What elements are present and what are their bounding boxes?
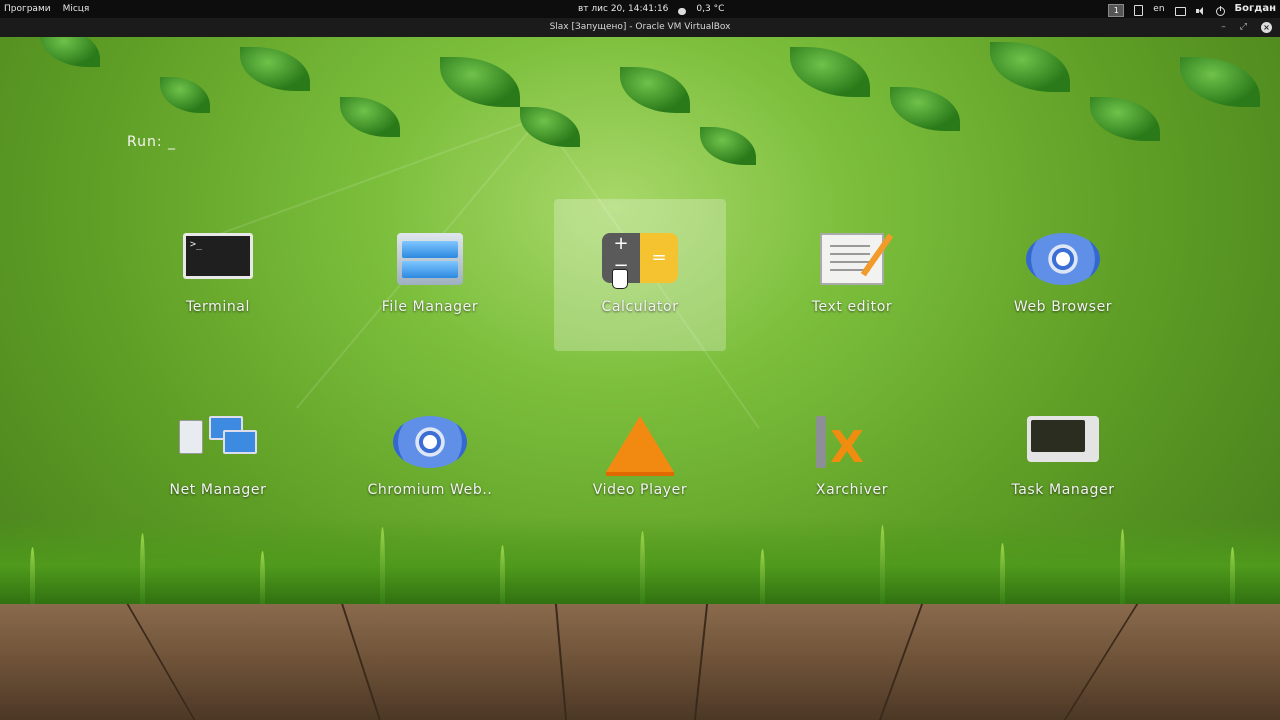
- xarchiver-icon: X: [812, 416, 892, 472]
- computer-tower: [179, 420, 203, 454]
- display-icon[interactable]: [1174, 6, 1186, 16]
- app-label: Web Browser: [1013, 299, 1113, 315]
- power-icon[interactable]: [1215, 5, 1225, 16]
- app-video-player[interactable]: Video Player: [554, 382, 726, 534]
- leaf: [1090, 97, 1160, 141]
- leaf: [340, 97, 400, 137]
- grass-blade: [640, 531, 645, 607]
- calc-equals: =: [640, 233, 678, 283]
- leaf: [890, 87, 960, 131]
- app-label: Xarchiver: [815, 482, 889, 498]
- leaf: [40, 37, 100, 67]
- grass-blade: [760, 549, 765, 607]
- task-manager-icon: [1027, 416, 1099, 462]
- plank-seam: [341, 604, 381, 720]
- app-label: Video Player: [592, 482, 688, 498]
- monitor: [223, 430, 257, 454]
- leaf: [160, 77, 210, 113]
- grass-blade: [1000, 543, 1005, 607]
- leaf: [520, 107, 580, 147]
- grass-blade: [880, 525, 885, 607]
- leaf: [240, 47, 310, 91]
- clock[interactable]: вт лис 20, 14:41:16: [578, 0, 668, 18]
- app-label: Terminal: [186, 299, 250, 315]
- plank-seam: [554, 604, 568, 720]
- plank-seam: [126, 604, 196, 720]
- terminal-icon: >_: [183, 233, 253, 279]
- calc-plus: +: [613, 233, 629, 254]
- drawer: [402, 261, 458, 278]
- app-terminal[interactable]: >_ Terminal: [132, 199, 304, 351]
- maximize-button[interactable]: ⤢: [1240, 18, 1247, 37]
- workspace-indicator[interactable]: 1: [1108, 3, 1125, 17]
- app-calculator[interactable]: + − = Calculator: [554, 199, 726, 351]
- grass-blade: [500, 545, 505, 607]
- leaf: [700, 127, 756, 165]
- clipboard-icon[interactable]: [1134, 5, 1144, 16]
- app-label: Net Manager: [169, 482, 267, 498]
- wooden-floor: [0, 604, 1280, 720]
- close-button[interactable]: ×: [1261, 22, 1272, 33]
- mouse-cursor-icon: [612, 269, 628, 289]
- x-glyph: X: [830, 422, 864, 473]
- top-panel: Програми Місця вт лис 20, 14:41:16 0,3 °…: [0, 0, 1280, 18]
- app-web-browser[interactable]: Web Browser: [977, 199, 1149, 351]
- app-label: Text editor: [811, 299, 893, 315]
- app-task-manager[interactable]: Task Manager: [977, 382, 1149, 534]
- leaf: [1180, 57, 1260, 107]
- leaf: [790, 47, 870, 97]
- plank-seam: [878, 604, 924, 720]
- app-label: Calculator: [601, 299, 679, 315]
- places-menu[interactable]: Місця: [63, 0, 90, 18]
- drawer: [402, 241, 458, 258]
- app-label: File Manager: [381, 299, 479, 315]
- grass-blade: [140, 533, 145, 607]
- app-chromium[interactable]: Chromium Web..: [344, 382, 516, 534]
- net-manager-icon: [179, 416, 257, 456]
- plank-seam: [693, 604, 709, 720]
- app-label: Chromium Web..: [367, 482, 493, 498]
- keyboard-layout[interactable]: en: [1153, 0, 1164, 18]
- weather-icon: [678, 8, 687, 15]
- chromium-icon: [393, 416, 467, 468]
- grass-blade: [30, 547, 35, 607]
- text-line: [830, 261, 870, 263]
- volume-icon[interactable]: [1195, 6, 1206, 16]
- user-menu[interactable]: Богдан: [1235, 0, 1276, 18]
- text-line: [830, 245, 870, 247]
- applications-menu[interactable]: Програми: [4, 0, 51, 18]
- app-label: Task Manager: [1011, 482, 1115, 498]
- minimize-button[interactable]: –: [1221, 18, 1226, 37]
- vlc-icon: [606, 416, 674, 476]
- grass-blade: [1120, 529, 1125, 607]
- weather-temperature[interactable]: 0,3 °C: [696, 0, 724, 18]
- plank-seam: [1063, 604, 1139, 720]
- app-file-manager[interactable]: File Manager: [344, 199, 516, 351]
- monitor-screen: [1031, 420, 1085, 452]
- pencil-icon: [860, 233, 894, 277]
- app-net-manager[interactable]: Net Manager: [132, 382, 304, 534]
- desktop: Run: _ >_ Terminal File Manager + − = Ca…: [0, 37, 1280, 720]
- leaf: [990, 42, 1070, 92]
- web-browser-icon: [1026, 233, 1100, 285]
- file-manager-icon: [397, 233, 463, 285]
- clamp-icon: [816, 416, 826, 468]
- terminal-prompt: >_: [186, 236, 250, 276]
- app-xarchiver[interactable]: X Xarchiver: [766, 382, 938, 534]
- app-text-editor[interactable]: Text editor: [766, 199, 938, 351]
- leaf: [440, 57, 520, 107]
- text-editor-icon: [820, 233, 894, 285]
- grass-blade: [380, 527, 385, 607]
- window-title: Slax [Запущено] - Oracle VM VirtualBox: [549, 22, 731, 32]
- text-line: [830, 253, 870, 255]
- window-titlebar[interactable]: Slax [Запущено] - Oracle VM VirtualBox –…: [0, 18, 1280, 37]
- grass-blade: [1230, 547, 1235, 607]
- run-prompt[interactable]: Run: _: [127, 134, 176, 150]
- grass-blade: [260, 551, 265, 607]
- leaf: [620, 67, 690, 113]
